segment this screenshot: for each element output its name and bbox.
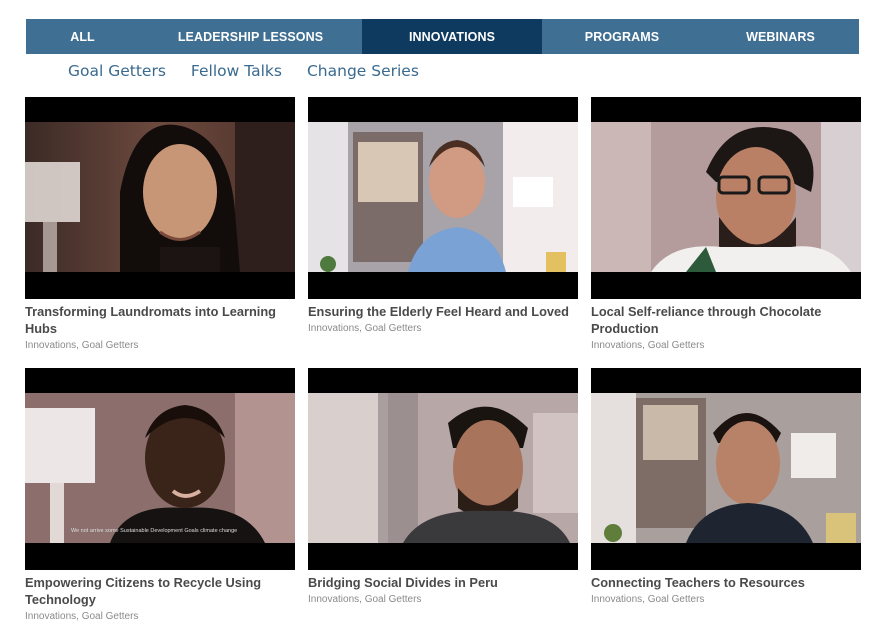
video-thumbnail[interactable]: We not arrive some Sustainable Developme… <box>25 368 295 570</box>
tab-innovations[interactable]: INNOVATIONS <box>362 19 542 54</box>
subnav-fellow-talks[interactable]: Fellow Talks <box>191 62 282 80</box>
video-card: Local Self-reliance through Chocolate Pr… <box>591 97 861 352</box>
video-title[interactable]: Ensuring the Elderly Feel Heard and Love… <box>308 303 578 320</box>
video-title[interactable]: Empowering Citizens to Recycle Using Tec… <box>25 574 295 608</box>
video-card: Transforming Laundromats into Learning H… <box>25 97 295 352</box>
speaker-image <box>25 393 295 543</box>
video-tags: Innovations, Goal Getters <box>308 323 422 334</box>
tag-link[interactable]: Innovations <box>308 323 359 334</box>
tag-link[interactable]: Innovations <box>25 611 76 622</box>
video-title[interactable]: Bridging Social Divides in Peru <box>308 574 578 591</box>
tag-link[interactable]: Goal Getters <box>648 340 705 351</box>
tag-link[interactable]: Goal Getters <box>82 340 139 351</box>
tab-webinars[interactable]: WEBINARS <box>702 19 859 54</box>
tag-link[interactable]: Goal Getters <box>648 594 705 605</box>
speaker-image <box>591 122 861 272</box>
video-card: We not arrive some Sustainable Developme… <box>25 368 295 623</box>
video-thumbnail[interactable] <box>308 97 578 299</box>
sub-navigation: Goal Getters Fellow Talks Change Series <box>68 62 419 80</box>
tag-link[interactable]: Goal Getters <box>365 594 422 605</box>
tag-link[interactable]: Goal Getters <box>365 323 422 334</box>
video-thumbnail[interactable] <box>591 97 861 299</box>
video-tags: Innovations, Goal Getters <box>308 594 422 605</box>
speaker-image <box>308 122 578 272</box>
tab-all[interactable]: ALL <box>26 19 139 54</box>
video-title[interactable]: Local Self-reliance through Chocolate Pr… <box>591 303 861 337</box>
tag-link[interactable]: Innovations <box>591 594 642 605</box>
video-card: Bridging Social Divides in Peru Innovati… <box>308 368 578 606</box>
tag-link[interactable]: Goal Getters <box>82 611 139 622</box>
video-thumbnail[interactable] <box>25 97 295 299</box>
video-tags: Innovations, Goal Getters <box>591 340 705 351</box>
video-caption: We not arrive some Sustainable Developme… <box>71 528 238 534</box>
subnav-change-series[interactable]: Change Series <box>307 62 419 80</box>
category-tab-bar: ALL LEADERSHIP LESSONS INNOVATIONS PROGR… <box>26 19 859 54</box>
speaker-image <box>591 393 861 543</box>
video-title[interactable]: Transforming Laundromats into Learning H… <box>25 303 295 337</box>
tag-link[interactable]: Innovations <box>25 340 76 351</box>
video-tags: Innovations, Goal Getters <box>25 611 139 622</box>
tab-programs[interactable]: PROGRAMS <box>542 19 702 54</box>
video-thumbnail[interactable] <box>591 368 861 570</box>
tab-leadership-lessons[interactable]: LEADERSHIP LESSONS <box>139 19 362 54</box>
video-tags: Innovations, Goal Getters <box>591 594 705 605</box>
video-title[interactable]: Connecting Teachers to Resources <box>591 574 861 591</box>
tag-link[interactable]: Innovations <box>591 340 642 351</box>
video-tags: Innovations, Goal Getters <box>25 340 139 351</box>
speaker-image <box>25 122 295 272</box>
subnav-goal-getters[interactable]: Goal Getters <box>68 62 166 80</box>
speaker-image <box>308 393 578 543</box>
video-card: Ensuring the Elderly Feel Heard and Love… <box>308 97 578 335</box>
tag-link[interactable]: Innovations <box>308 594 359 605</box>
video-card: Connecting Teachers to Resources Innovat… <box>591 368 861 606</box>
video-thumbnail[interactable] <box>308 368 578 570</box>
